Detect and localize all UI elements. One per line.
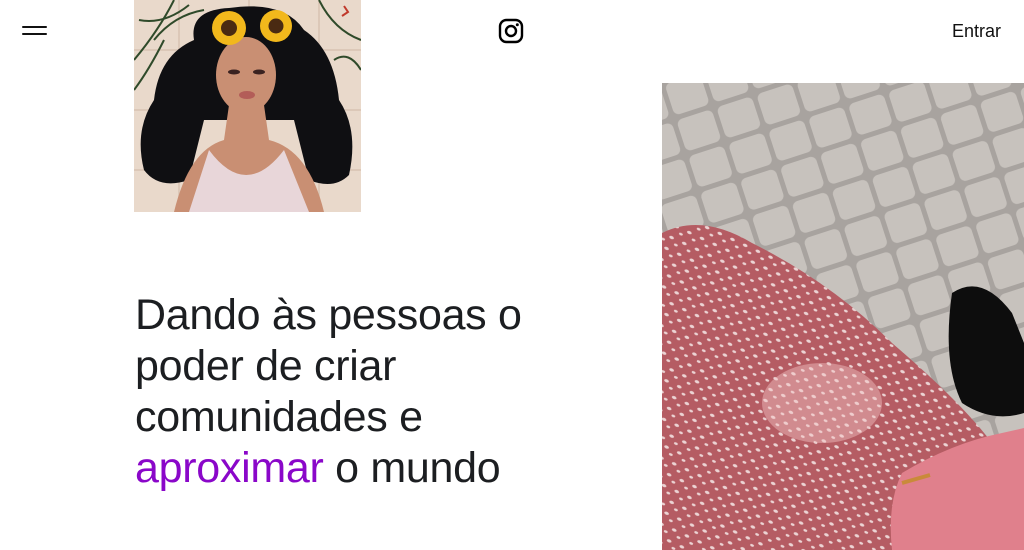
hamburger-menu-icon-line <box>22 33 47 35</box>
headline-accent-text: aproximar <box>135 444 324 492</box>
headline-text: Dando às pessoas o poder de criar comuni… <box>135 291 522 441</box>
instagram-logo-icon[interactable] <box>498 18 524 44</box>
illustration-image <box>134 0 361 212</box>
hamburger-menu-icon <box>22 26 47 28</box>
menu-button[interactable] <box>18 18 52 44</box>
login-link[interactable]: Entrar <box>952 21 1001 42</box>
hero-headline: Dando às pessoas o poder de criar comuni… <box>135 290 555 494</box>
dress-photo-image <box>662 83 1024 550</box>
headline-end-text: o mundo <box>323 444 501 492</box>
